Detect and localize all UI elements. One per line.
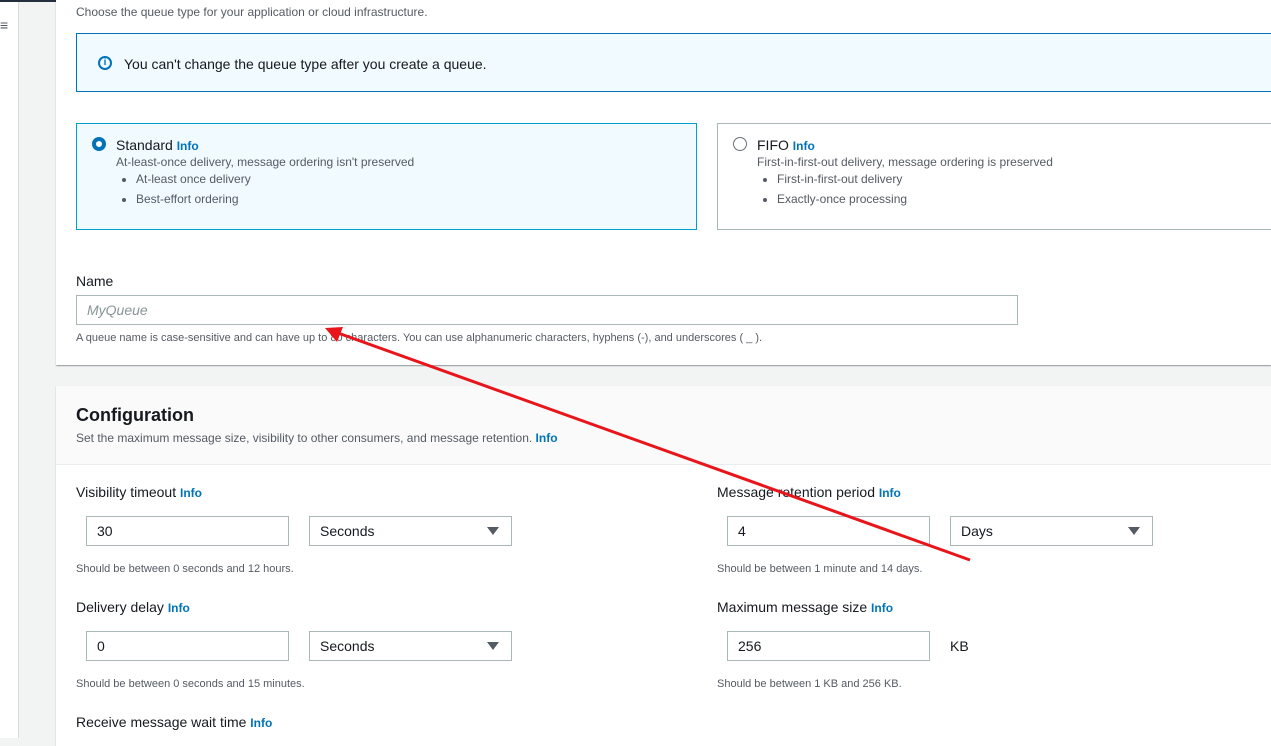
annotation-arrow [325, 327, 971, 562]
annotation-arrow-line [337, 331, 971, 562]
